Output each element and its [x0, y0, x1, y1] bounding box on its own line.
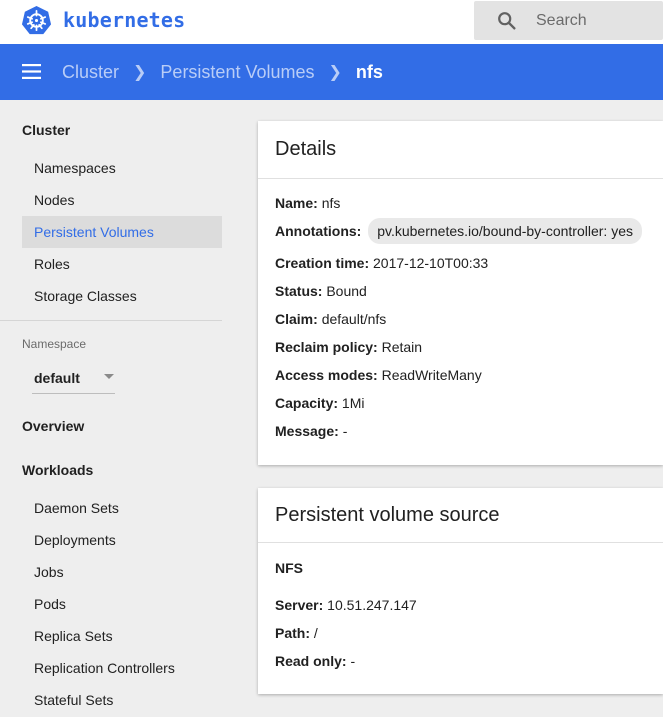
breadcrumb-current: nfs [355, 61, 383, 82]
detail-row-name: Name: nfs [275, 195, 340, 211]
detail-row-annotations: Annotations: pv.kubernetes.io/bound-by-c… [275, 218, 642, 244]
detail-row-message: Message: - [275, 423, 347, 439]
detail-key: Access modes: [275, 367, 378, 383]
sidebar-item-roles[interactable]: Roles [22, 248, 222, 280]
detail-key: Claim: [275, 311, 318, 327]
nfs-subtitle: NFS [275, 560, 303, 576]
sidebar-item-storage-classes[interactable]: Storage Classes [22, 280, 222, 312]
detail-row-status: Status: Bound [275, 283, 367, 299]
menu-icon[interactable] [22, 63, 41, 80]
sidebar-item-deployments[interactable]: Deployments [22, 524, 222, 556]
sidebar-item-pods[interactable]: Pods [22, 588, 222, 620]
sidebar-item-namespaces[interactable]: Namespaces [22, 152, 222, 184]
chevron-right-icon: ❯ [133, 64, 147, 81]
sidebar-heading-cluster[interactable]: Cluster [22, 122, 70, 138]
sidebar-item-daemon-sets[interactable]: Daemon Sets [22, 492, 222, 524]
sidebar-item-replica-sets[interactable]: Replica Sets [22, 620, 222, 652]
kubernetes-logo-icon[interactable] [21, 5, 52, 36]
dropdown-caret-icon [104, 374, 114, 379]
namespace-value: default [34, 370, 80, 386]
source-row-server: Server: 10.51.247.147 [275, 597, 417, 613]
breadcrumb: Cluster ❯ Persistent Volumes ❯ nfs [62, 44, 383, 100]
detail-row-access-modes: Access modes: ReadWriteMany [275, 367, 482, 383]
breadcrumb-cluster[interactable]: Cluster [62, 62, 119, 83]
detail-row-claim: Claim: default/nfs [275, 311, 386, 327]
detail-key: Capacity: [275, 395, 339, 411]
card-divider [258, 178, 663, 179]
volume-source-card: Persistent volume source NFS Server: 10.… [258, 488, 663, 694]
detail-row-reclaim-policy: Reclaim policy: Retain [275, 339, 422, 355]
detail-key: Message: [275, 423, 339, 439]
sidebar-item-jobs[interactable]: Jobs [22, 556, 222, 588]
search-box[interactable] [474, 1, 663, 40]
detail-key: Server: [275, 597, 324, 613]
sidebar-item-nodes[interactable]: Nodes [22, 184, 222, 216]
details-card: Details Name: nfs Annotations: pv.kubern… [258, 121, 663, 465]
detail-value: - [342, 423, 348, 439]
detail-key: Reclaim policy: [275, 339, 378, 355]
card-divider [258, 542, 663, 543]
detail-value: 2017-12-10T00:33 [373, 255, 489, 271]
detail-value: default/nfs [321, 311, 387, 327]
breadcrumb-toolbar: Cluster ❯ Persistent Volumes ❯ nfs [0, 44, 663, 100]
sidebar-heading-overview[interactable]: Overview [22, 418, 84, 434]
detail-row-creation-time: Creation time: 2017-12-10T00:33 [275, 255, 488, 271]
detail-value: ReadWriteMany [381, 367, 482, 383]
detail-value: nfs [321, 195, 341, 211]
namespace-select[interactable]: default [32, 362, 115, 394]
detail-value: Retain [381, 339, 423, 355]
sidebar-divider [0, 320, 222, 321]
sidebar-item-replication-controllers[interactable]: Replication Controllers [22, 652, 222, 684]
detail-key: Annotations: [275, 223, 362, 239]
detail-row-capacity: Capacity: 1Mi [275, 395, 364, 411]
detail-key: Read only: [275, 653, 347, 669]
breadcrumb-persistent-volumes[interactable]: Persistent Volumes [160, 62, 314, 83]
details-title: Details [275, 138, 337, 160]
sidebar-heading-workloads[interactable]: Workloads [22, 462, 93, 478]
namespace-label: Namespace [22, 337, 87, 351]
search-input[interactable] [536, 1, 663, 40]
detail-value: - [350, 653, 356, 669]
detail-key: Status: [275, 283, 323, 299]
sidebar-nav: Cluster Namespaces Nodes Persistent Volu… [0, 100, 222, 717]
detail-value: / [313, 625, 318, 641]
brand-name[interactable]: kubernetes [63, 8, 185, 32]
detail-value: 1Mi [341, 395, 365, 411]
detail-value: Bound [326, 283, 367, 299]
detail-value: 10.51.247.147 [327, 597, 417, 613]
detail-key: Name: [275, 195, 318, 211]
annotation-chip: pv.kubernetes.io/bound-by-controller: ye… [368, 218, 642, 244]
sidebar-item-stateful-sets[interactable]: Stateful Sets [22, 684, 222, 716]
source-row-path: Path: / [275, 625, 318, 641]
chevron-right-icon: ❯ [328, 64, 342, 81]
detail-key: Creation time: [275, 255, 370, 271]
sidebar-item-persistent-volumes[interactable]: Persistent Volumes [22, 216, 222, 248]
top-bar: kubernetes [0, 0, 663, 44]
detail-key: Path: [275, 625, 310, 641]
source-row-read-only: Read only: - [275, 653, 355, 669]
volume-source-title: Persistent volume source [275, 504, 500, 526]
search-icon [498, 12, 516, 30]
